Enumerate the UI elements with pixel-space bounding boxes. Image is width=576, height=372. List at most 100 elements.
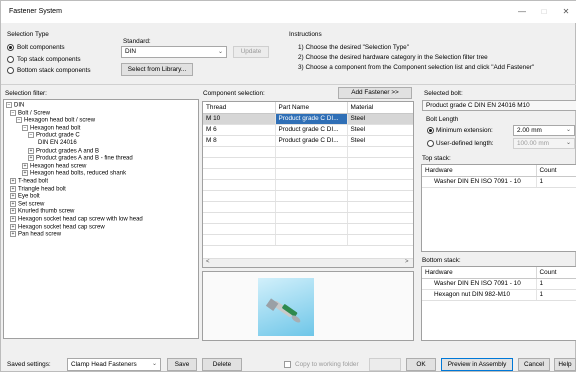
bottom-stack-list[interactable]: Hardware Count Washer DIN EN ISO 7091 - … (421, 266, 576, 341)
tree-node[interactable]: − Product grade C (28, 132, 80, 139)
expand-icon[interactable]: + (28, 147, 34, 154)
tree-node[interactable]: + Eye bolt (10, 193, 40, 200)
expand-icon[interactable]: + (10, 216, 16, 222)
expand-icon[interactable]: + (10, 178, 16, 184)
top-stack-components-radio[interactable] (7, 56, 14, 63)
tree-node[interactable]: + Hexagon head screw (22, 162, 87, 170)
tree-node[interactable]: + Triangle head bolt (10, 185, 66, 192)
scroll-left-icon[interactable]: < (206, 259, 210, 265)
collapse-icon[interactable]: − (28, 132, 34, 139)
expand-icon[interactable]: + (22, 162, 28, 169)
column-header-count[interactable]: Count (536, 165, 576, 177)
minimum-extension-dropdown[interactable]: 2.00 mm ⌄ (513, 125, 575, 136)
table-row[interactable]: Washer DIN EN ISO 7091 - 10 1 (422, 176, 576, 188)
table-row (203, 179, 413, 191)
help-button[interactable]: Help (554, 358, 576, 371)
selected-bolt-heading: Selected bolt: (424, 90, 463, 97)
tree-node[interactable]: + Product grades A and B - fine thread (28, 155, 133, 162)
column-header-material[interactable]: Material (347, 102, 413, 114)
expand-icon[interactable]: + (10, 231, 16, 238)
column-header-hardware[interactable]: Hardware (422, 165, 537, 177)
header-divider (1, 84, 576, 85)
expand-icon[interactable]: + (28, 155, 34, 162)
tree-node[interactable]: DIN EN 24016 (38, 140, 77, 146)
tree-node-label: Hexagon head screw (30, 163, 87, 170)
tree-node[interactable]: + Hexagon socket head cap screw (10, 223, 105, 230)
tree-node-label: Knurled thumb screw (18, 208, 75, 215)
table-row[interactable]: M 8 Product grade C DI... Steel (203, 135, 413, 147)
cancel-button[interactable]: Cancel (518, 358, 550, 371)
table-row[interactable]: M 10 Product grade C DI... Steel (203, 113, 413, 125)
tree-node[interactable]: + Hexagon socket head cap screw with low … (10, 216, 143, 223)
table-row[interactable]: Washer DIN EN ISO 7091 - 10 1 (422, 278, 576, 290)
expand-icon[interactable]: + (10, 223, 16, 230)
collapse-icon[interactable]: − (16, 117, 22, 124)
column-header-count[interactable]: Count (536, 267, 576, 279)
tree-node-label: Product grades A and B - fine thread (36, 155, 133, 162)
tree-node-label: Hexagon head bolt (30, 125, 81, 132)
tree-node[interactable]: − Hexagon head bolt / screw (16, 117, 95, 124)
standard-dropdown[interactable]: DIN ⌄ (121, 46, 227, 58)
add-fastener-button[interactable]: Add Fastener >> (338, 87, 412, 99)
count-cell: 1 (536, 176, 576, 188)
expand-icon[interactable]: + (10, 200, 16, 207)
tree-node[interactable]: + Product grades A and B (28, 147, 99, 154)
saved-settings-dropdown[interactable]: Clamp Head Fasteners ⌄ (67, 358, 161, 371)
scroll-right-icon[interactable]: > (405, 259, 409, 265)
minimum-extension-radio[interactable] (427, 127, 434, 134)
maximize-icon[interactable]: □ (537, 5, 551, 19)
selection-filter-tree[interactable]: − DIN − Bolt / Screw − Hexagon head bolt / sc… (3, 99, 199, 339)
bottom-stack-heading: Bottom stack: (422, 257, 461, 264)
tree-node[interactable]: + Knurled thumb screw (10, 208, 74, 215)
delete-button[interactable]: Delete (202, 358, 242, 371)
chevron-down-icon: ⌄ (565, 140, 571, 146)
column-header-thread[interactable]: Thread (203, 102, 276, 114)
hardware-cell: Washer DIN EN ISO 7091 - 10 (422, 278, 537, 290)
horizontal-scrollbar[interactable]: < > (203, 258, 413, 267)
ok-button[interactable]: OK (406, 358, 436, 371)
table-row[interactable]: Hexagon nut DIN 982-M10 1 (422, 289, 576, 301)
select-from-library-button[interactable]: Select from Library... (121, 63, 193, 76)
expand-icon[interactable]: + (10, 193, 16, 200)
column-header-hardware[interactable]: Hardware (422, 267, 537, 279)
expand-icon[interactable]: + (10, 185, 16, 192)
tree-node[interactable]: − Bolt / Screw (10, 109, 50, 116)
expand-icon[interactable]: + (22, 170, 28, 177)
instruction-line-3: 3) Choose a component from the Component… (298, 64, 535, 71)
component-selection-list[interactable]: Thread Part Name Material M 10 Product g… (202, 101, 414, 268)
thread-cell: M 8 (203, 135, 276, 147)
bolt-components-radio[interactable] (7, 44, 14, 51)
update-button[interactable]: Update (233, 46, 269, 58)
tree-node[interactable]: + Pan head screw (10, 231, 61, 238)
top-stack-table: Hardware Count Washer DIN EN ISO 7091 - … (422, 165, 576, 188)
collapse-icon[interactable]: − (6, 102, 12, 108)
tree-node[interactable]: + Hexagon head bolts, reduced shank (22, 170, 126, 177)
bottom-stack-components-radio[interactable] (7, 67, 14, 74)
standard-label: Standard: (123, 38, 151, 45)
save-button[interactable]: Save (167, 358, 197, 371)
close-icon[interactable]: ✕ (559, 5, 573, 19)
chevron-down-icon: ⌄ (565, 127, 571, 133)
saved-settings-label: Saved settings: (7, 361, 51, 368)
tree-node[interactable]: + T-head bolt (10, 178, 48, 185)
tree-node[interactable]: + Set screw (10, 200, 44, 207)
copy-to-working-folder-checkbox[interactable] (284, 361, 291, 368)
count-cell: 1 (536, 289, 576, 301)
collapse-icon[interactable]: − (22, 124, 28, 131)
minimize-icon[interactable]: — (515, 5, 529, 19)
collapse-icon[interactable]: − (10, 109, 16, 116)
user-defined-length-dropdown[interactable]: 100.00 mm ⌄ (513, 138, 575, 149)
top-stack-components-label: Top stack components (17, 56, 81, 63)
bottom-stack-components-label: Bottom stack components (17, 67, 91, 74)
expand-icon[interactable]: + (10, 208, 16, 215)
user-defined-length-radio[interactable] (427, 140, 434, 147)
selection-filter-heading: Selection filter: (5, 90, 47, 97)
tree-node[interactable]: − Hexagon head bolt (22, 124, 81, 132)
table-row[interactable]: M 6 Product grade C DI... Steel (203, 124, 413, 136)
tree-node[interactable]: − DIN (6, 102, 24, 109)
user-defined-length-label: User-defined length: (436, 140, 494, 147)
fastener-system-window: Fastener System — □ ✕ Selection Type Bol… (0, 0, 576, 372)
top-stack-list[interactable]: Hardware Count Washer DIN EN ISO 7091 - … (421, 164, 576, 252)
column-header-part-name[interactable]: Part Name (275, 102, 348, 114)
preview-in-assembly-button[interactable]: Preview in Assembly (441, 358, 513, 371)
